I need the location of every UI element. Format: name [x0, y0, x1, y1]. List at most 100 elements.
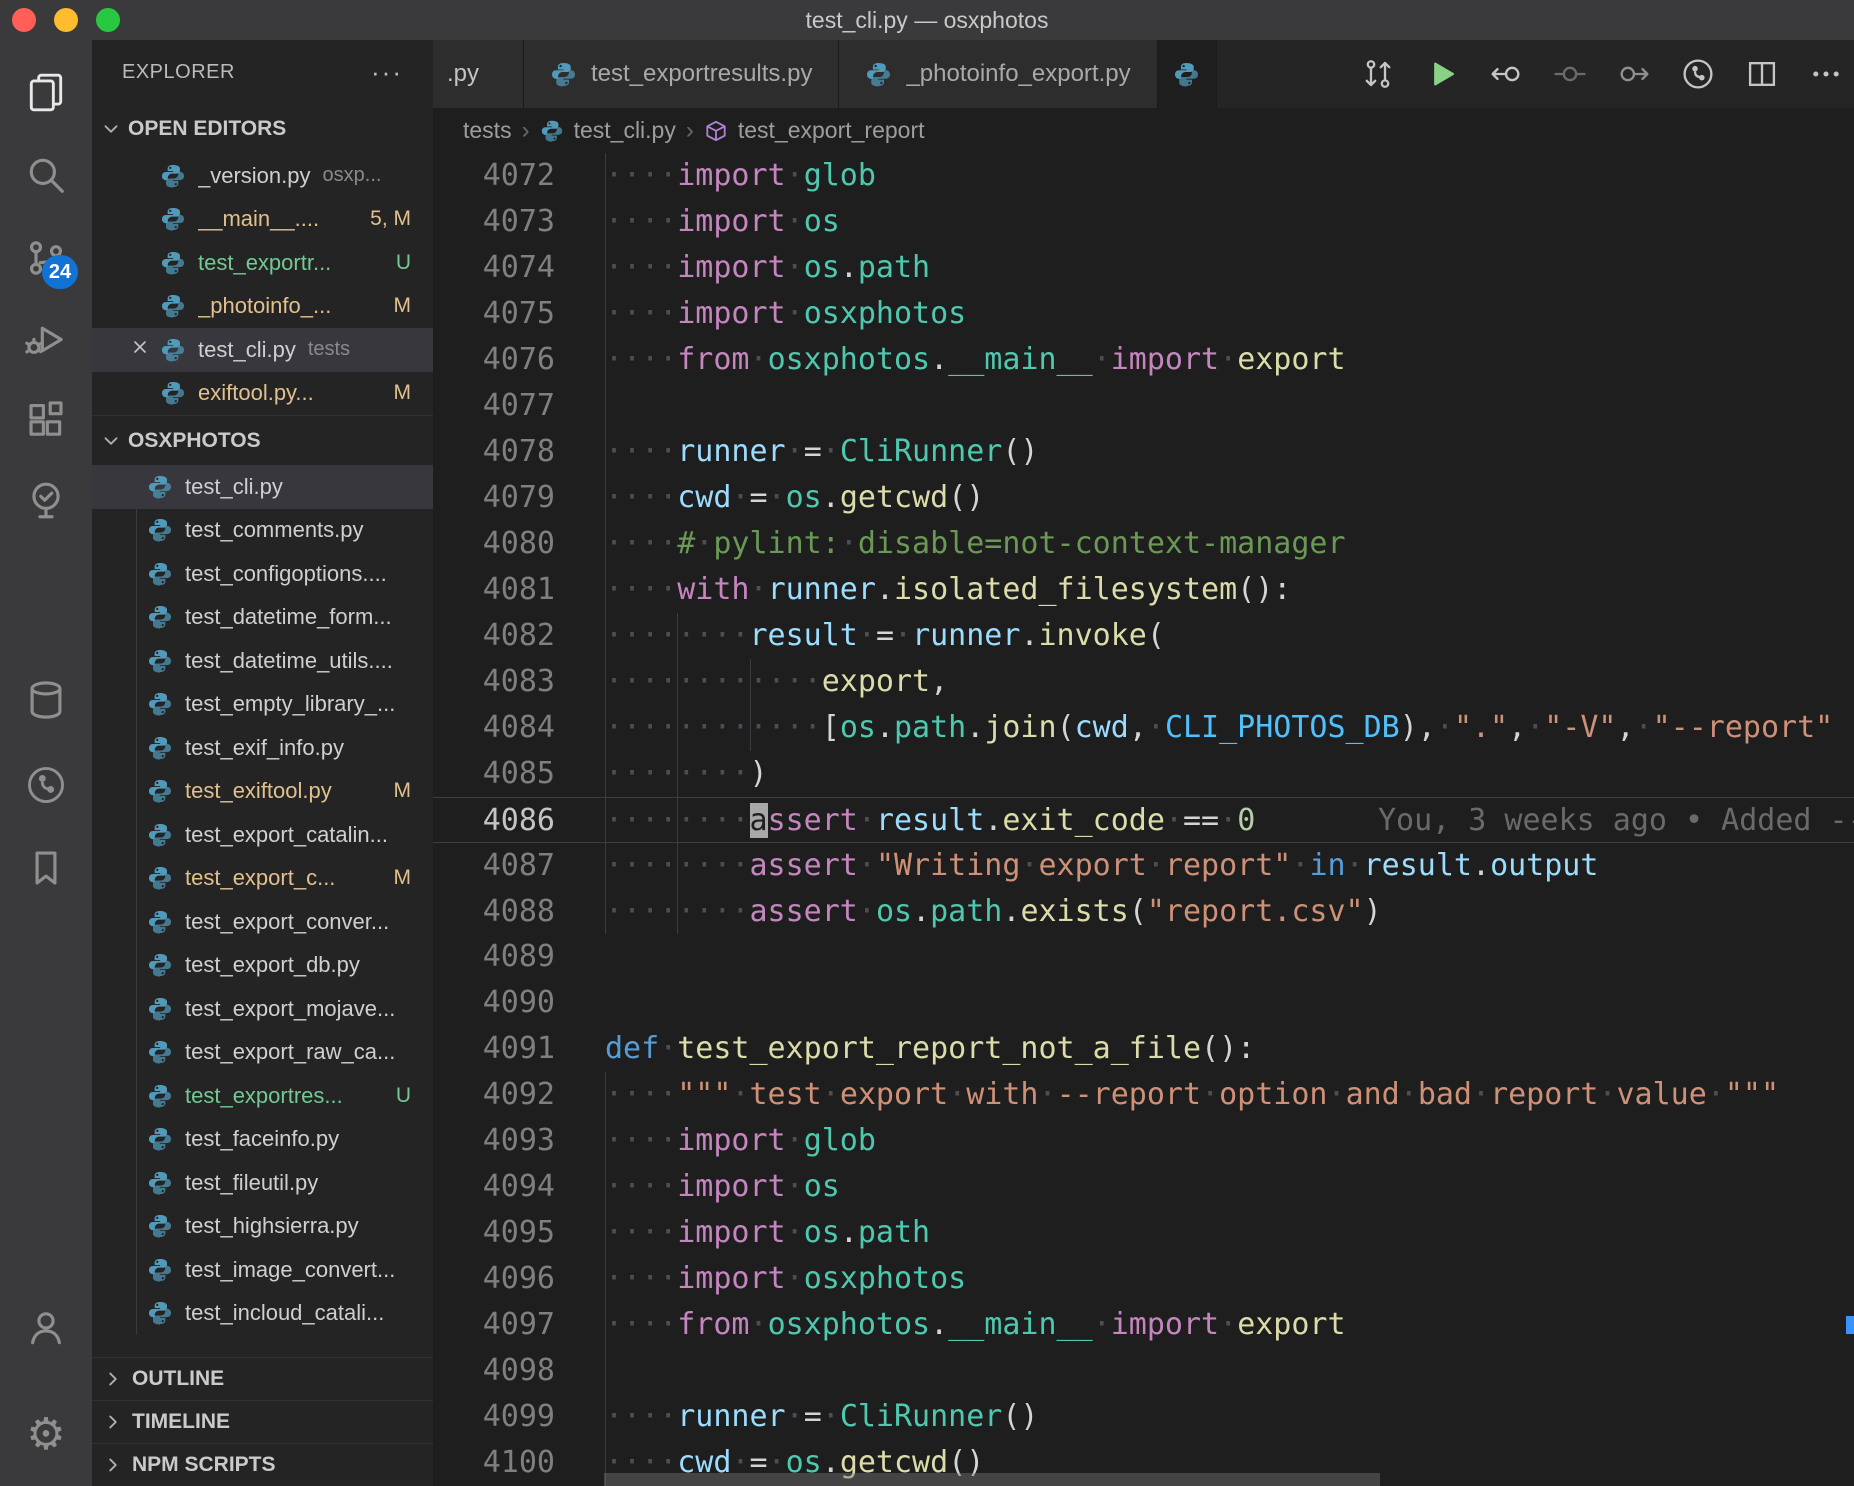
gitlens-icon[interactable] [0, 750, 92, 820]
code-line-4075[interactable]: 4075····import·osxphotos [433, 291, 1854, 337]
tree-item-test_export_mojave...[interactable]: test_export_mojave... [92, 987, 433, 1031]
tree-item-test_datetime_utils....[interactable]: test_datetime_utils.... [92, 639, 433, 683]
line-number[interactable]: 4079 [433, 475, 555, 521]
line-number[interactable]: 4095 [433, 1210, 555, 1256]
code-line-4093[interactable]: 4093····import·glob [433, 1118, 1854, 1164]
line-number[interactable]: 4083 [433, 659, 555, 705]
zoom-window-button[interactable] [96, 8, 120, 32]
source-control-icon[interactable]: 24 [0, 223, 92, 293]
close-window-button[interactable] [12, 8, 36, 32]
tree-item-test_cli.py[interactable]: test_cli.py [92, 465, 433, 509]
code-line-4097[interactable]: 4097····from·osxphotos.__main__·import·e… [433, 1302, 1854, 1348]
tab-partial[interactable]: .py [433, 40, 524, 108]
explorer-more-actions-icon[interactable]: ··· [371, 57, 403, 88]
tab-_photoinfo_export.py[interactable]: _photoinfo_export.py [839, 40, 1157, 108]
line-number[interactable]: 4090 [433, 980, 555, 1026]
settings-gear-icon[interactable]: ⚙ [0, 1400, 92, 1470]
open-editor-item-_version.py[interactable]: _version.pyosxp... [92, 154, 433, 198]
line-number[interactable]: 4099 [433, 1394, 555, 1440]
tree-item-test_image_convert...[interactable]: test_image_convert... [92, 1248, 433, 1292]
line-number[interactable]: 4085 [433, 751, 555, 797]
code-editor[interactable]: 4072····import·glob4073····import·os4074… [433, 153, 1854, 1486]
tree-item-test_export_catalin...[interactable]: test_export_catalin... [92, 813, 433, 857]
code-line-4099[interactable]: 4099····runner·=·CliRunner() [433, 1394, 1854, 1440]
account-icon[interactable] [0, 1293, 92, 1363]
tree-item-test_export_db.py[interactable]: test_export_db.py [92, 944, 433, 988]
breadcrumb-item[interactable]: test_cli.py [574, 117, 676, 144]
tree-item-test_configoptions....[interactable]: test_configoptions.... [92, 552, 433, 596]
code-line-4079[interactable]: 4079····cwd·=·os.getcwd() [433, 475, 1854, 521]
navigate-back-icon[interactable] [1487, 56, 1524, 93]
tree-item-test_export_raw_ca...[interactable]: test_export_raw_ca... [92, 1031, 433, 1075]
breadcrumb-item[interactable]: test_export_report [738, 117, 925, 144]
tree-item-test_datetime_form...[interactable]: test_datetime_form... [92, 596, 433, 640]
run-debug-icon[interactable] [0, 304, 92, 374]
open-editor-item-test_exportr...[interactable]: test_exportr...U [92, 241, 433, 285]
line-number[interactable]: 4097 [433, 1302, 555, 1348]
open-editor-item-test_cli.py[interactable]: test_cli.pytests [92, 328, 433, 372]
line-number[interactable]: 4076 [433, 337, 555, 383]
tree-item-test_faceinfo.py[interactable]: test_faceinfo.py [92, 1118, 433, 1162]
tree-item-test_empty_library_...[interactable]: test_empty_library_... [92, 683, 433, 727]
line-number[interactable]: 4073 [433, 199, 555, 245]
code-line-4092[interactable]: 4092····"""·test·export·with·--report·op… [433, 1072, 1854, 1118]
tree-item-test_incloud_catali...[interactable]: test_incloud_catali... [92, 1292, 433, 1336]
tab-active-icon-only[interactable] [1158, 40, 1217, 108]
open-editor-item-exiftool.py...[interactable]: exiftool.py...M [92, 372, 433, 416]
code-line-4082[interactable]: 4082········result·=·runner.invoke( [433, 613, 1854, 659]
close-icon[interactable] [130, 337, 160, 363]
code-line-4081[interactable]: 4081····with·runner.isolated_filesystem(… [433, 567, 1854, 613]
tab-test_exportresults.py[interactable]: test_exportresults.py [524, 40, 839, 108]
code-line-4074[interactable]: 4074····import·os.path [433, 245, 1854, 291]
search-icon[interactable] [0, 140, 92, 210]
code-line-4078[interactable]: 4078····runner·=·CliRunner() [433, 429, 1854, 475]
line-number[interactable]: 4091 [433, 1026, 555, 1072]
code-line-4091[interactable]: 4091def·test_export_report_not_a_file(): [433, 1026, 1854, 1072]
open-editors-section-header[interactable]: OPEN EDITORS [92, 104, 433, 154]
line-number[interactable]: 4080 [433, 521, 555, 567]
line-number[interactable]: 4087 [433, 843, 555, 889]
open-editor-item-__main__....[interactable]: __main__....5, M [92, 198, 433, 242]
bookmarks-icon[interactable] [0, 833, 92, 903]
tree-item-test_exiftool.py[interactable]: test_exiftool.pyM [92, 770, 433, 814]
line-number[interactable]: 4072 [433, 153, 555, 199]
navigate-forward-icon[interactable] [1615, 56, 1652, 93]
open-changes-icon[interactable] [1359, 56, 1396, 93]
code-line-4077[interactable]: 4077 [433, 383, 1854, 429]
code-line-4073[interactable]: 4073····import·os [433, 199, 1854, 245]
code-line-4090[interactable]: 4090 [433, 980, 1854, 1026]
testing-icon[interactable] [0, 466, 92, 536]
code-line-4086[interactable]: 4086········assert·result.exit_code·==·0… [433, 797, 1854, 843]
open-editor-item-_photoinfo_...[interactable]: _photoinfo_...M [92, 285, 433, 329]
code-line-4087[interactable]: 4087········assert·"Writing·export·repor… [433, 843, 1854, 889]
line-number[interactable]: 4098 [433, 1348, 555, 1394]
project-section-header[interactable]: OSXPHOTOS [92, 415, 433, 465]
run-python-file-icon[interactable] [1423, 56, 1460, 93]
code-line-4095[interactable]: 4095····import·os.path [433, 1210, 1854, 1256]
line-number[interactable]: 4092 [433, 1072, 555, 1118]
horizontal-scrollbar[interactable] [604, 1473, 1380, 1486]
line-number[interactable]: 4074 [433, 245, 555, 291]
database-icon[interactable] [0, 665, 92, 735]
line-number[interactable]: 4084 [433, 705, 555, 751]
files-icon[interactable] [0, 57, 92, 127]
line-number[interactable]: 4075 [433, 291, 555, 337]
tree-item-test_exif_info.py[interactable]: test_exif_info.py [92, 726, 433, 770]
tree-item-test_comments.py[interactable]: test_comments.py [92, 509, 433, 553]
tree-item-test_fileutil.py[interactable]: test_fileutil.py [92, 1161, 433, 1205]
code-line-4076[interactable]: 4076····from·osxphotos.__main__·import·e… [433, 337, 1854, 383]
extensions-icon[interactable] [0, 385, 92, 455]
sidebar-section-outline[interactable]: OUTLINE [92, 1357, 433, 1400]
line-number[interactable]: 4089 [433, 934, 555, 980]
line-number[interactable]: 4093 [433, 1118, 555, 1164]
code-line-4098[interactable]: 4098 [433, 1348, 1854, 1394]
code-line-4094[interactable]: 4094····import·os [433, 1164, 1854, 1210]
line-number[interactable]: 4096 [433, 1256, 555, 1302]
code-line-4085[interactable]: 4085········) [433, 751, 1854, 797]
line-number[interactable]: 4086 [433, 798, 555, 844]
line-number[interactable]: 4094 [433, 1164, 555, 1210]
line-number[interactable]: 4082 [433, 613, 555, 659]
code-line-4080[interactable]: 4080····#·pylint:·disable=not-context-ma… [433, 521, 1854, 567]
split-editor-icon[interactable] [1743, 56, 1780, 93]
line-number[interactable]: 4088 [433, 889, 555, 935]
